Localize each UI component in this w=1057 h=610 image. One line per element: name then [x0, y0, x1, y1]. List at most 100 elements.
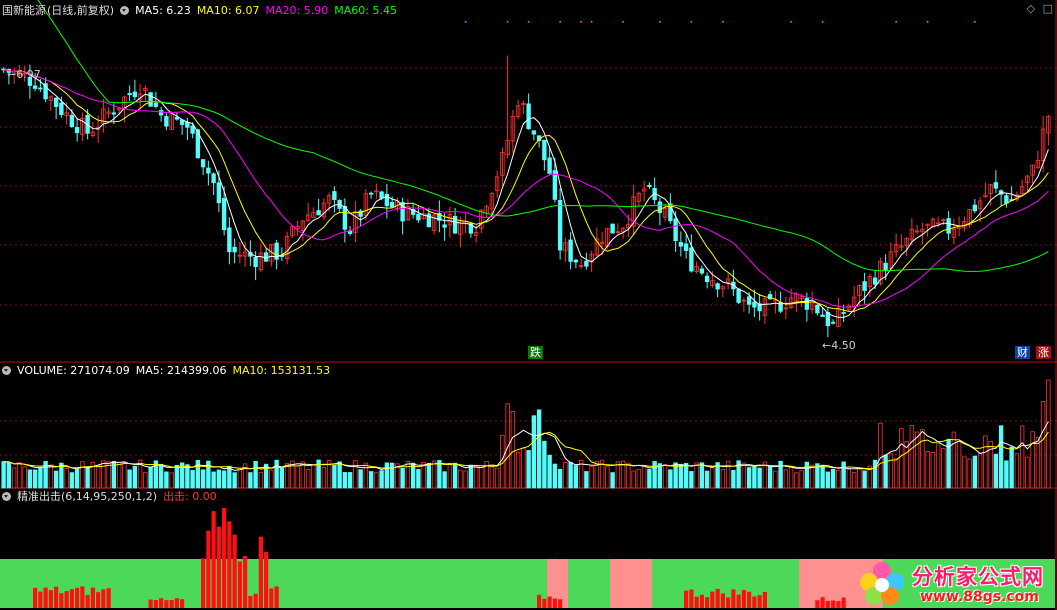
volume-bar: [888, 453, 894, 489]
volume-bar: [1014, 453, 1020, 489]
volume-bar: [752, 465, 757, 489]
candle-body: [746, 296, 752, 305]
diamond-icon[interactable]: ◇: [1027, 2, 1035, 15]
volume-bar: [216, 469, 222, 489]
candle-body: [74, 127, 80, 134]
volume-bar: [11, 467, 17, 489]
volume-bar: [1025, 456, 1030, 489]
vol-ma10-line: [3, 431, 1049, 470]
stock-chart[interactable]: [0, 0, 1057, 610]
indicator-name: 精准出击(6,14,95,250,1,2): [17, 490, 158, 503]
signal-bar: [59, 593, 64, 608]
signal-dot: [527, 21, 530, 23]
volume-bar: [542, 440, 547, 489]
signal-bar: [699, 594, 704, 608]
volume-bar: [400, 467, 405, 489]
signal-bar: [164, 600, 169, 608]
candle-body: [547, 157, 552, 174]
candle-body: [153, 102, 159, 107]
candle-body: [610, 223, 615, 234]
tag-rise[interactable]: 涨: [1036, 346, 1051, 359]
candle-body: [552, 170, 558, 200]
volume-bar: [647, 469, 652, 489]
stock-name: 国新能源: [2, 4, 46, 17]
volume-bar: [851, 472, 857, 489]
volume-bar: [38, 466, 43, 489]
signal-bar: [757, 595, 762, 608]
volume-bar: [53, 470, 59, 489]
volume-bar: [374, 472, 379, 489]
high-price-label: ←6.97: [7, 68, 41, 81]
signal-bar: [731, 589, 736, 608]
signal-bar: [820, 597, 825, 608]
signal-bar: [33, 587, 38, 608]
volume-bar: [893, 458, 899, 489]
candle-body: [148, 92, 153, 107]
tag-finance[interactable]: 财: [1015, 346, 1030, 359]
candle-body: [316, 210, 321, 216]
volume-bar: [767, 465, 773, 489]
volume-bar: [6, 461, 12, 489]
volume-bar: [904, 441, 909, 489]
candle-body: [584, 260, 589, 267]
candle-body: [736, 288, 741, 303]
ma10-value: MA10: 6.07: [196, 4, 260, 17]
volume-bar: [694, 462, 699, 489]
candle-body: [526, 103, 531, 130]
volume-bar: [552, 463, 558, 489]
candle-body: [862, 281, 867, 291]
candle-body: [683, 243, 689, 251]
candle-body: [699, 268, 705, 274]
signal-bar: [537, 594, 542, 608]
signal-bar: [248, 595, 253, 608]
signal-bar: [269, 588, 274, 608]
volume-bar: [983, 435, 988, 489]
volume-bar: [914, 431, 920, 489]
signal-bar: [43, 587, 48, 608]
candle-body: [332, 191, 337, 200]
tag-fall[interactable]: 跌: [528, 346, 543, 359]
volume-bar: [977, 452, 983, 489]
square-icon[interactable]: □: [1043, 2, 1053, 15]
candle-body: [704, 275, 710, 283]
volume-bar: [605, 466, 610, 489]
watermark-url: www.88gs.com: [920, 589, 1039, 605]
volume-bar: [615, 461, 621, 489]
candle-body: [59, 102, 64, 115]
vol-ma10-value: MA10: 153131.53: [232, 364, 331, 377]
signal-bar: [258, 536, 263, 608]
volume-bar: [531, 415, 537, 489]
signal-bar: [689, 589, 694, 608]
volume-bar: [899, 428, 904, 489]
candle-body: [200, 159, 206, 168]
candle-body: [442, 224, 447, 228]
signal-dot: [790, 21, 792, 23]
volume-bar: [521, 447, 526, 489]
volume-bar: [17, 462, 22, 489]
volume-bar: [258, 471, 264, 489]
volume-bar: [998, 425, 1004, 489]
candle-body: [804, 298, 810, 310]
signal-bar: [38, 591, 43, 608]
signal-bar: [710, 591, 715, 608]
volume-bar: [22, 466, 27, 489]
candle-body: [647, 184, 652, 187]
volume-bar: [951, 431, 957, 489]
volume-bar: [909, 425, 915, 489]
menu-dot-icon[interactable]: [2, 366, 11, 375]
watermark: 分析家公式网 www.88gs.com: [852, 558, 1055, 608]
volume-bar: [710, 467, 715, 489]
signal-bar: [237, 561, 242, 608]
signal-bar: [169, 600, 174, 608]
ma5-value: MA5: 6.23: [135, 4, 191, 17]
menu-dot-icon[interactable]: [120, 6, 130, 15]
chart-mode: (日线,前复权): [47, 4, 115, 17]
volume-bar: [557, 468, 563, 489]
volume-bar: [809, 464, 815, 489]
volume-bar: [1004, 460, 1009, 489]
volume-bar: [846, 468, 852, 489]
candle-body: [416, 213, 421, 221]
menu-dot-icon[interactable]: [2, 492, 11, 501]
volume-bar: [132, 465, 138, 489]
signal-dot: [559, 21, 561, 23]
